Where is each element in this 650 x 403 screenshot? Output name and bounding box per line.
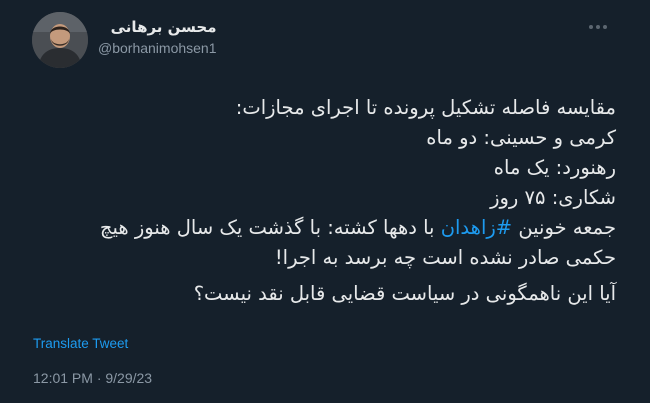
tweet-line: آیا این ناهمگونی در سیاست قضایی قابل نقد… (193, 282, 616, 305)
tweet-line: کرمی و حسینی: دو ماه (426, 126, 616, 149)
user-handle[interactable]: @borhanimohsen1 (98, 40, 217, 56)
user-info: محسن برهانی @borhanimohsen1 (98, 18, 217, 56)
avatar[interactable] (32, 12, 88, 68)
tweet-timestamp[interactable]: 12:01 PM · 9/29/23 (33, 370, 152, 386)
tweet-line: مقایسه فاصله تشکیل پرونده تا اجرای مجازا… (235, 96, 616, 119)
tweet-line: جمعه خونین #زاهدان با دهها کشته: با گذشت… (26, 213, 616, 243)
tweet-line: شکاری: ۷۵ روز (490, 186, 616, 209)
tweet-text: مقایسه فاصله تشکیل پرونده تا اجرای مجازا… (26, 93, 616, 309)
display-name[interactable]: محسن برهانی (98, 18, 217, 36)
hashtag-link[interactable]: #زاهدان (441, 216, 512, 239)
translate-tweet-link[interactable]: Translate Tweet (33, 336, 128, 351)
tweet-line: رهنورد: یک ماه (493, 156, 616, 179)
tweet-line: حکمی صادر نشده است چه برسد به اجرا! (274, 246, 616, 269)
more-options-icon[interactable] (586, 20, 610, 34)
tweet-text-segment: جمعه خونین (512, 216, 616, 239)
tweet-text-segment: با دهها کشته: با گذشت یک سال هنوز هیچ (99, 216, 441, 239)
tweet-card: محسن برهانی @borhanimohsen1 مقایسه فاصله… (0, 0, 650, 403)
